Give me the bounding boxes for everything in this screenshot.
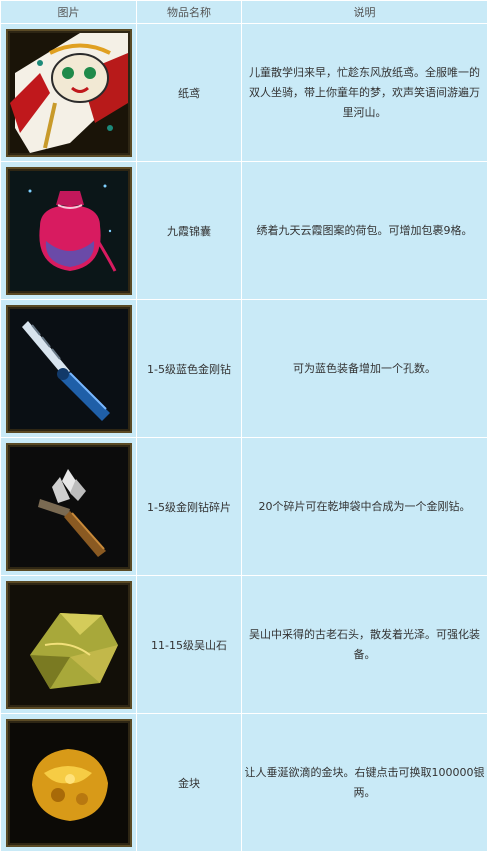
gold-nugget-icon [5, 718, 132, 847]
table-row: 金块 让人垂涎欲滴的金块。右键点击可换取100000银两。 [1, 714, 487, 851]
item-image-cell [1, 162, 136, 299]
item-name: 1-5级蓝色金刚钻 [137, 300, 241, 437]
item-description: 可为蓝色装备增加一个孔数。 [242, 300, 487, 437]
diamond-drill-fragment-icon [5, 442, 132, 571]
blue-diamond-drill-icon [5, 304, 132, 433]
table-row: 1-5级蓝色金刚钻 可为蓝色装备增加一个孔数。 [1, 300, 487, 437]
table-row: 纸鸢 儿童散学归来早，忙趁东风放纸鸢。全服唯一的双人坐骑，带上你童年的梦，欢声笑… [1, 24, 487, 161]
item-name: 金块 [137, 714, 241, 851]
item-description: 儿童散学归来早，忙趁东风放纸鸢。全服唯一的双人坐骑，带上你童年的梦，欢声笑语间游… [242, 24, 487, 161]
header-image: 图片 [1, 1, 136, 23]
item-name: 11-15级吴山石 [137, 576, 241, 713]
item-image-cell [1, 576, 136, 713]
item-image-cell [1, 300, 136, 437]
item-name: 1-5级金刚钻碎片 [137, 438, 241, 575]
header-name: 物品名称 [137, 1, 241, 23]
item-description: 绣着九天云霞图案的荷包。可增加包裹9格。 [242, 162, 487, 299]
table-row: 1-5级金刚钻碎片 20个碎片可在乾坤袋中合成为一个金刚钻。 [1, 438, 487, 575]
item-name: 九霞锦囊 [137, 162, 241, 299]
wushan-stone-icon [5, 580, 132, 709]
table-row: 九霞锦囊 绣着九天云霞图案的荷包。可增加包裹9格。 [1, 162, 487, 299]
table-row: 11-15级吴山石 吴山中采得的古老石头，散发着光泽。可强化装备。 [1, 576, 487, 713]
items-table: 图片 物品名称 说明 纸鸢 儿童散学归来早，忙趁东风放纸鸢。全服唯一的双人坐骑，… [0, 0, 488, 852]
pouch-icon [5, 166, 132, 295]
item-image-cell [1, 714, 136, 851]
item-image-cell [1, 438, 136, 575]
item-name: 纸鸢 [137, 24, 241, 161]
header-description: 说明 [242, 1, 487, 23]
item-description: 吴山中采得的古老石头，散发着光泽。可强化装备。 [242, 576, 487, 713]
item-description: 20个碎片可在乾坤袋中合成为一个金刚钻。 [242, 438, 487, 575]
table-header-row: 图片 物品名称 说明 [1, 1, 487, 23]
item-image-cell [1, 24, 136, 161]
item-description: 让人垂涎欲滴的金块。右键点击可换取100000银两。 [242, 714, 487, 851]
kite-icon [5, 28, 132, 157]
